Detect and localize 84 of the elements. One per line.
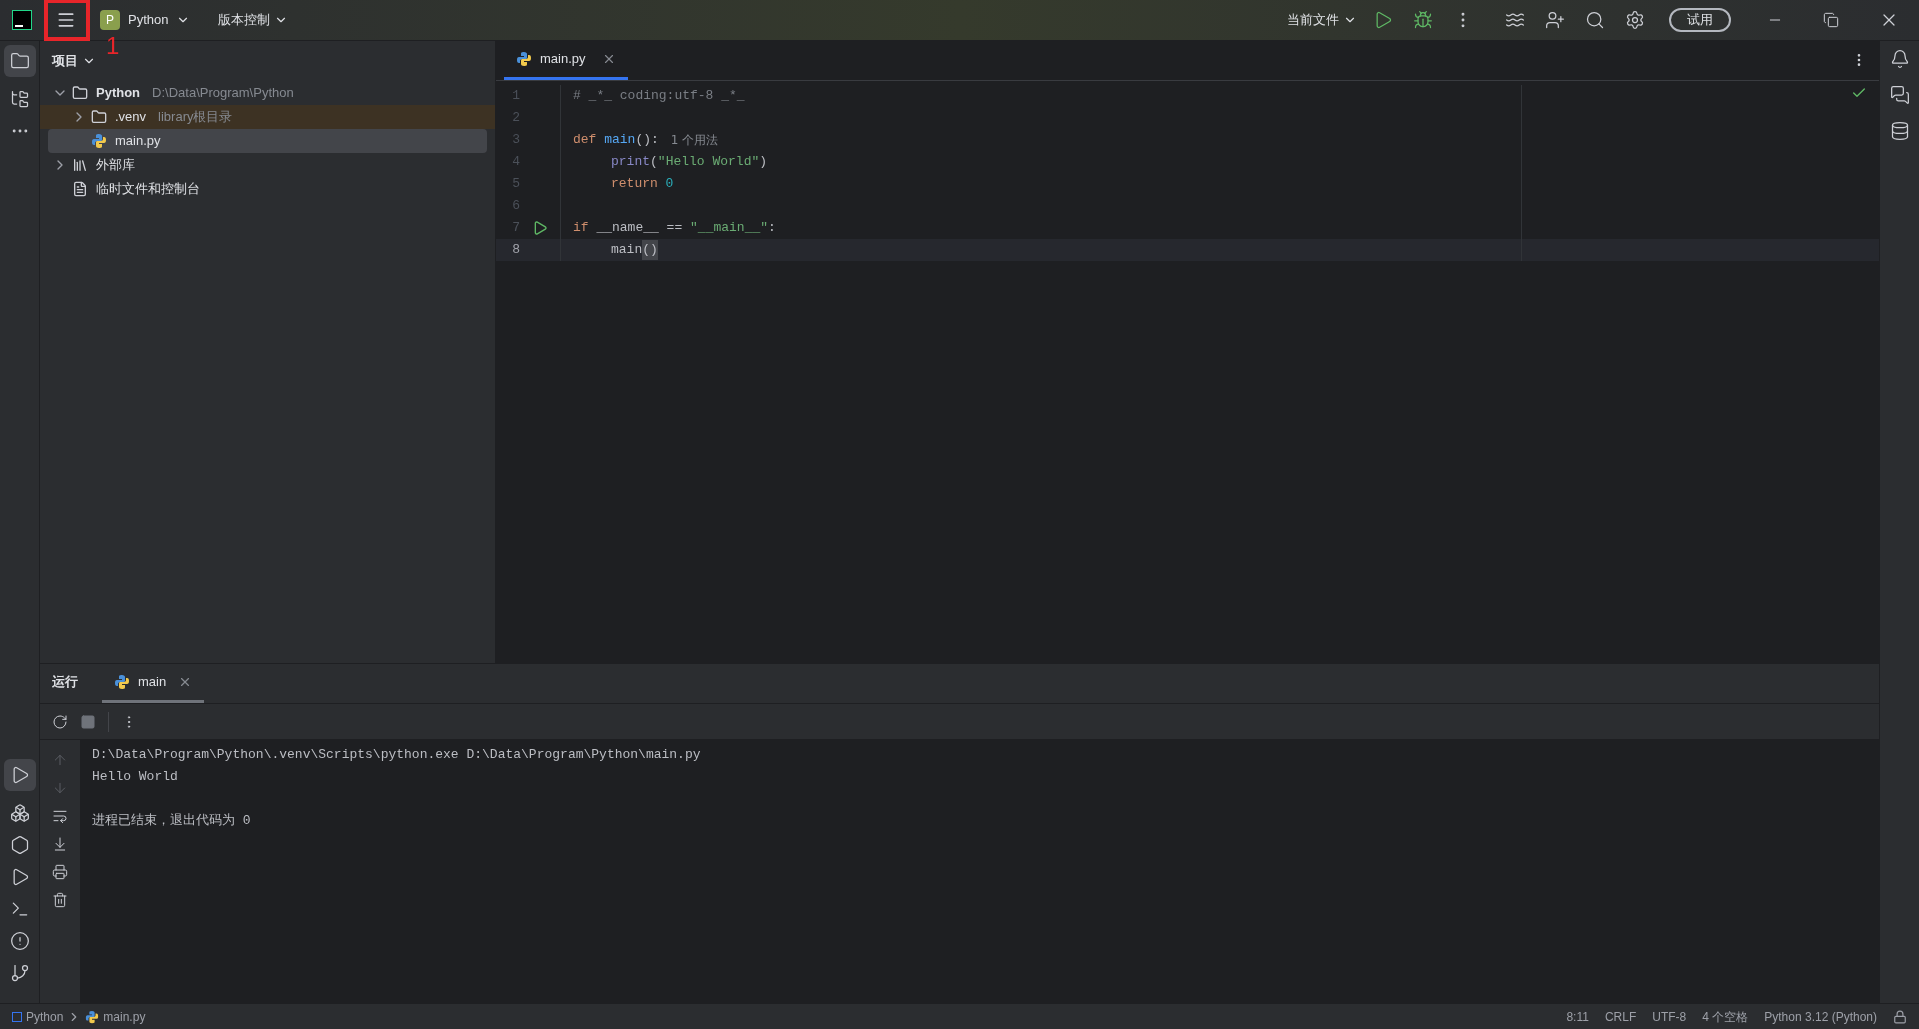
chat-icon[interactable]	[1889, 85, 1910, 105]
trial-button[interactable]: 试用	[1669, 8, 1731, 32]
run-gutter-icon[interactable]	[532, 220, 548, 236]
code-token: main	[611, 241, 643, 260]
code-token: "Hello World"	[657, 153, 760, 172]
app-logo-icon[interactable]	[12, 10, 32, 30]
tree-item[interactable]: 外部库	[40, 153, 495, 177]
code-token: return	[611, 175, 659, 194]
code-token: print	[611, 153, 650, 172]
item-name: main.py	[115, 132, 161, 151]
project-badge: P	[100, 10, 120, 30]
tree-item[interactable]: 临时文件和控制台	[40, 177, 495, 201]
usage-hint: 1 个用法	[670, 132, 719, 149]
item-name: 外部库	[96, 156, 135, 175]
tree-item[interactable]: main.py	[48, 129, 487, 153]
panel-title[interactable]: 项目	[40, 41, 108, 81]
print-icon[interactable]	[52, 864, 68, 880]
run-config-menu[interactable]: 当前文件	[1287, 10, 1357, 30]
folder-icon	[9, 51, 30, 71]
folder-icon	[91, 109, 107, 125]
code-token: ()	[642, 240, 658, 260]
structure-icon[interactable]	[9, 89, 30, 109]
console-line: D:\Data\Program\Python\.venv\Scripts\python.exe D:\Data\Program\Python\main.py	[92, 746, 702, 764]
status-item[interactable]: Python 3.12 (Python)	[1764, 1007, 1877, 1026]
item-path: D:\Data\Program\Python	[152, 84, 294, 103]
bug-icon[interactable]	[1413, 10, 1433, 30]
folder-icon	[72, 85, 88, 101]
library-icon	[72, 157, 88, 173]
python-icon	[516, 50, 532, 67]
scratch-file-icon	[72, 181, 88, 197]
trash-icon[interactable]	[52, 892, 68, 908]
console-line: Hello World	[92, 768, 179, 786]
add-user-icon[interactable]	[1545, 10, 1565, 30]
scroll-to-end-icon[interactable]	[52, 836, 68, 852]
rerun-icon[interactable]	[52, 713, 68, 730]
database-icon[interactable]	[1889, 121, 1910, 141]
python-icon	[91, 133, 107, 149]
bell-icon[interactable]	[1889, 49, 1910, 69]
item-name: Python	[96, 84, 141, 103]
python-icon	[85, 1009, 100, 1024]
editor-tab[interactable]: main.py	[504, 40, 628, 80]
problems-icon[interactable]	[9, 931, 30, 951]
code-token: main	[604, 131, 636, 150]
tree-item[interactable]: .venv library根目录	[40, 105, 495, 129]
stop-icon[interactable]	[80, 713, 96, 730]
status-item[interactable]: CRLF	[1604, 1007, 1637, 1026]
annotation-label: 1	[106, 34, 120, 58]
item-name: 临时文件和控制台	[96, 180, 200, 199]
code-token: "__main__"	[690, 219, 769, 238]
project-switcher[interactable]: P Python	[96, 4, 195, 36]
code-token: __name__ ==	[596, 219, 684, 238]
status-item[interactable]: UTF-8	[1652, 1007, 1687, 1026]
code-token: )	[759, 153, 768, 172]
run-tool-button[interactable]	[3, 759, 36, 791]
module-icon	[12, 1011, 22, 1022]
restore-icon[interactable]	[1823, 12, 1839, 28]
git-branch-icon[interactable]	[9, 963, 30, 983]
tree-item[interactable]: Python D:\Data\Program\Python	[40, 81, 495, 105]
code-token: ():	[635, 131, 659, 150]
search-icon[interactable]	[1585, 10, 1605, 30]
project-tool-button[interactable]	[3, 45, 36, 77]
lock-icon[interactable]	[1893, 1009, 1907, 1024]
code-token: 0	[665, 175, 674, 194]
code-token: :	[768, 219, 776, 238]
python-icon	[114, 673, 130, 690]
code-token: if	[573, 219, 590, 238]
code-token: # _*_ coding:utf-8 _*_	[573, 87, 745, 106]
breadcrumb[interactable]: main.py	[103, 1007, 146, 1026]
code-token: def	[573, 131, 598, 150]
settings-icon[interactable]	[1625, 10, 1645, 30]
breadcrumb[interactable]: Python	[26, 1007, 64, 1026]
packages-icon[interactable]	[9, 803, 30, 823]
item-path: library根目录	[158, 108, 233, 127]
menu-icon	[56, 10, 76, 30]
panel-title: 运行	[52, 672, 78, 691]
run-tab[interactable]: main	[102, 663, 205, 703]
console-line: 进程已结束，退出代码为 0	[92, 812, 252, 830]
code-token: (	[650, 153, 658, 172]
wrap-icon[interactable]	[52, 808, 68, 824]
item-name: .venv	[115, 108, 147, 127]
line-number: 8	[511, 241, 520, 260]
status-item[interactable]: 4 个空格	[1702, 1007, 1749, 1026]
status-item[interactable]: 8:11	[1566, 1007, 1589, 1026]
vcs-menu[interactable]: 版本控制	[218, 10, 289, 30]
